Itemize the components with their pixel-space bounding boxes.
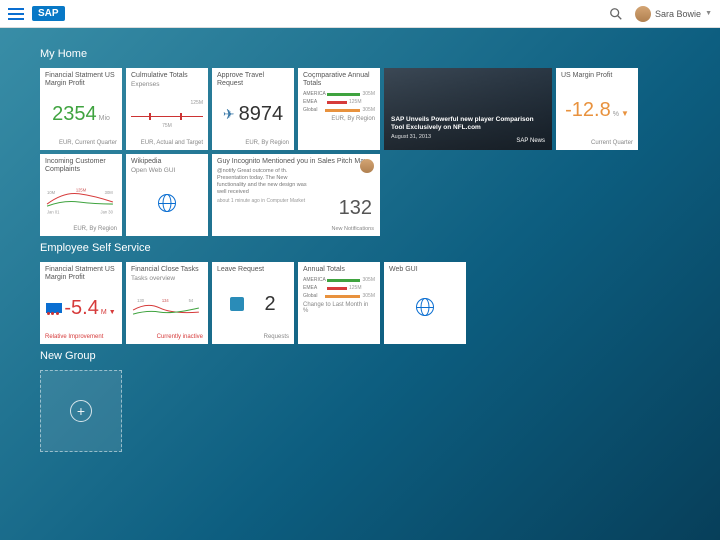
tile-news[interactable]: SAP Unveils Powerful new player Comparis…	[384, 68, 552, 150]
person-icon	[230, 297, 244, 311]
tile-notification-feed[interactable]: Guy Incognito Mentioned you in Sales Pit…	[212, 154, 380, 236]
tile-wikipedia[interactable]: Wikipedia Open Web GUI	[126, 154, 208, 236]
comparative-bars: AMERICA305MEMEA125MGlobal305M	[303, 91, 375, 113]
app-header: SAP Sara Bowie ▼	[0, 0, 720, 28]
truck-icon	[46, 303, 62, 313]
sap-logo: SAP	[32, 6, 65, 21]
svg-text:134: 134	[162, 298, 170, 303]
svg-text:Jan 01: Jan 01	[47, 209, 60, 214]
globe-icon	[416, 298, 434, 316]
chevron-down-icon[interactable]: ▼	[705, 10, 712, 17]
globe-icon	[158, 194, 176, 212]
menu-icon[interactable]	[8, 8, 24, 20]
section-title-newgroup: New Group	[40, 350, 680, 362]
search-icon[interactable]	[609, 7, 623, 21]
section-title-ess: Employee Self Service	[40, 242, 680, 254]
svg-text:130: 130	[137, 298, 145, 303]
tile-web-gui[interactable]: Web GUI	[384, 262, 466, 344]
annual-bars: AMERICA305MEMEA125MGlobal305M	[303, 277, 375, 299]
tile-close-tasks[interactable]: Financial Close Tasks Tasks overview 130…	[126, 262, 208, 344]
plus-icon: +	[70, 400, 92, 422]
tile-margin-profit[interactable]: Financial Statment US Margin Profit 2354…	[40, 68, 122, 150]
airplane-icon: ✈	[223, 106, 235, 123]
svg-text:10M: 10M	[47, 190, 56, 195]
tile-incoming-complaints[interactable]: Incoming Customer Complaints 10M 125M 30…	[40, 154, 122, 236]
tile-cumulative-totals[interactable]: Culmulative Totals Expenses 125M 75M EUR…	[126, 68, 208, 150]
tile-annual-totals[interactable]: Annual Totals AMERICA305MEMEA125MGlobal3…	[298, 262, 380, 344]
user-avatar[interactable]	[635, 6, 651, 22]
tile-leave-request[interactable]: Leave Request 2 Requests	[212, 262, 294, 344]
tile-approve-travel[interactable]: Approve Travel Request ✈ 8974 EUR, By Re…	[212, 68, 294, 150]
feed-avatar	[360, 159, 374, 173]
tile-comparative-annual[interactable]: Coçmparative Annual Totals AMERICA305MEM…	[298, 68, 380, 150]
svg-text:54: 54	[189, 298, 194, 303]
username-label: Sara Bowie	[655, 9, 701, 19]
tile-us-margin[interactable]: US Margin Profit -12.8%▼ Current Quarter	[556, 68, 638, 150]
section-title-home: My Home	[40, 48, 680, 60]
svg-text:30M: 30M	[105, 190, 114, 195]
svg-text:125M: 125M	[76, 188, 87, 193]
svg-text:Jan 30: Jan 30	[101, 209, 114, 214]
add-tile-button[interactable]: +	[40, 370, 122, 452]
tile-ess-margin[interactable]: Financial Statment US Margin Profit -5.4…	[40, 262, 122, 344]
